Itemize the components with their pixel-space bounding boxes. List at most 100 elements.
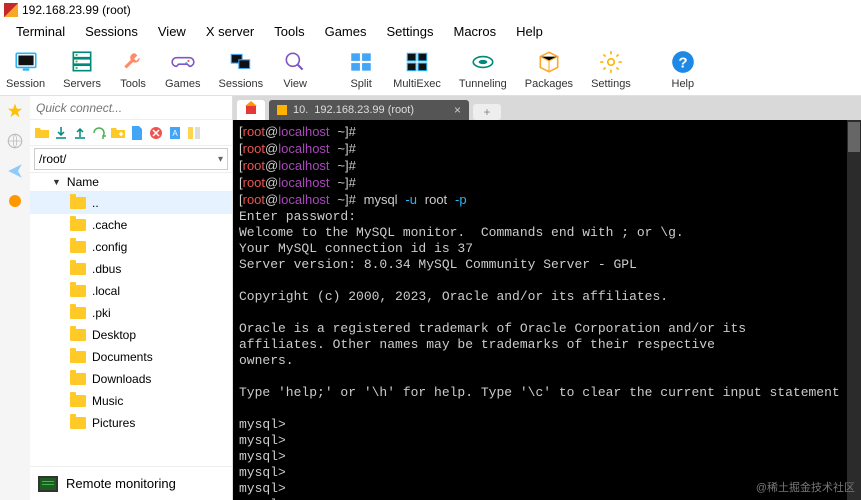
settings-button[interactable]: Settings [591, 48, 631, 90]
tree-label: .dbus [92, 262, 121, 276]
tree-row[interactable]: Desktop [30, 324, 232, 346]
multiexec-button[interactable]: MultiExec [393, 48, 441, 90]
terminal[interactable]: [root@localhost ~]# [root@localhost ~]# … [233, 120, 861, 500]
tree-label: .local [92, 284, 120, 298]
tools-label: Tools [120, 78, 146, 90]
tools-icon [119, 48, 147, 76]
menu-view[interactable]: View [148, 22, 196, 41]
tree-label: Music [92, 394, 123, 408]
monitor-icon [38, 476, 58, 492]
refresh-icon[interactable] [91, 125, 107, 141]
tab-index: 10. [293, 104, 308, 116]
sessions-button[interactable]: Sessions [219, 48, 264, 90]
session-tab[interactable]: 10. 192.168.23.99 (root) × [269, 100, 469, 120]
upload-icon[interactable] [72, 125, 88, 141]
folder-icon[interactable] [34, 125, 50, 141]
tree-row[interactable]: .pki [30, 302, 232, 324]
menu-xserver[interactable]: X server [196, 22, 264, 41]
games-button[interactable]: Games [165, 48, 200, 90]
chevron-down-icon[interactable]: ▾ [218, 154, 223, 165]
folder-icon [70, 329, 86, 341]
folder-icon [70, 417, 86, 429]
column-name: Name [67, 175, 99, 189]
terminal-tab-icon [277, 105, 287, 115]
window-title: 192.168.23.99 (root) [22, 3, 131, 17]
settings-icon [597, 48, 625, 76]
file-panel: A /root/ ▾ ▼ Name .. .cache .config .dbu… [30, 96, 233, 500]
globe-icon[interactable] [6, 132, 24, 150]
menu-settings[interactable]: Settings [377, 22, 444, 41]
download-icon[interactable] [53, 125, 69, 141]
multiexec-icon [403, 48, 431, 76]
folder-icon [70, 197, 86, 209]
servers-button[interactable]: Servers [63, 48, 101, 90]
menu-terminal[interactable]: Terminal [6, 22, 75, 41]
tree-row[interactable]: Music [30, 390, 232, 412]
watermark: @稀土掘金技术社区 [756, 480, 855, 496]
file-toolbar: A [30, 120, 232, 146]
games-icon [169, 48, 197, 76]
servers-label: Servers [63, 78, 101, 90]
tools-button[interactable]: Tools [119, 48, 147, 90]
split-button[interactable]: Split [347, 48, 375, 90]
tree-label: Documents [92, 350, 153, 364]
collapse-icon[interactable]: ▼ [52, 177, 61, 187]
packages-button[interactable]: Packages [525, 48, 573, 90]
quick-connect-input[interactable] [30, 96, 232, 120]
folder-icon [70, 351, 86, 363]
folder-icon [70, 285, 86, 297]
tab-title: 192.168.23.99 (root) [314, 104, 414, 116]
tree-row[interactable]: Documents [30, 346, 232, 368]
tree-row[interactable]: .local [30, 280, 232, 302]
circle-icon[interactable] [6, 192, 24, 210]
help-icon: ? [669, 48, 697, 76]
folder-icon [70, 373, 86, 385]
packages-icon [535, 48, 563, 76]
session-button[interactable]: Session [6, 48, 45, 90]
delete-icon[interactable] [148, 125, 164, 141]
help-button[interactable]: ?Help [669, 48, 697, 90]
home-tab[interactable] [237, 100, 265, 120]
tree-label: Desktop [92, 328, 136, 342]
remote-monitoring-label: Remote monitoring [66, 476, 176, 491]
svg-text:?: ? [678, 54, 687, 71]
menu-help[interactable]: Help [506, 22, 553, 41]
menu-tools[interactable]: Tools [264, 22, 314, 41]
tree-row[interactable]: .dbus [30, 258, 232, 280]
tree-row[interactable]: Downloads [30, 368, 232, 390]
remote-monitoring[interactable]: Remote monitoring [30, 466, 232, 500]
sessions-icon [227, 48, 255, 76]
home-icon [246, 106, 256, 114]
servers-icon [68, 48, 96, 76]
file-icon[interactable] [129, 125, 145, 141]
tree-label: .config [92, 240, 127, 254]
file-tree[interactable]: .. .cache .config .dbus .local .pki Desk… [30, 192, 232, 466]
tree-row[interactable]: .config [30, 236, 232, 258]
send-icon[interactable] [6, 162, 24, 180]
view-label: View [283, 78, 307, 90]
menu-games[interactable]: Games [315, 22, 377, 41]
folder-icon [70, 395, 86, 407]
new-tab-button[interactable]: + [473, 104, 501, 120]
path-input[interactable]: /root/ ▾ [34, 148, 228, 170]
menu-macros[interactable]: Macros [443, 22, 506, 41]
tree-row[interactable]: Pictures [30, 412, 232, 434]
view-button[interactable]: View [281, 48, 309, 90]
tree-label: Downloads [92, 372, 151, 386]
tree-row[interactable]: .. [30, 192, 232, 214]
close-icon[interactable]: × [454, 103, 461, 117]
svg-text:A: A [172, 129, 178, 138]
tree-header[interactable]: ▼ Name [30, 172, 232, 192]
menu-sessions[interactable]: Sessions [75, 22, 148, 41]
toggle-icon[interactable] [186, 125, 202, 141]
tree-row[interactable]: .cache [30, 214, 232, 236]
path-text: /root/ [39, 152, 66, 166]
tunneling-button[interactable]: Tunneling [459, 48, 507, 90]
scrollbar[interactable] [847, 120, 861, 500]
scrollbar-thumb[interactable] [848, 122, 860, 152]
newfolder-icon[interactable] [110, 125, 126, 141]
properties-icon[interactable]: A [167, 125, 183, 141]
tunneling-icon [469, 48, 497, 76]
app-icon [4, 3, 18, 17]
star-icon[interactable] [6, 102, 24, 120]
